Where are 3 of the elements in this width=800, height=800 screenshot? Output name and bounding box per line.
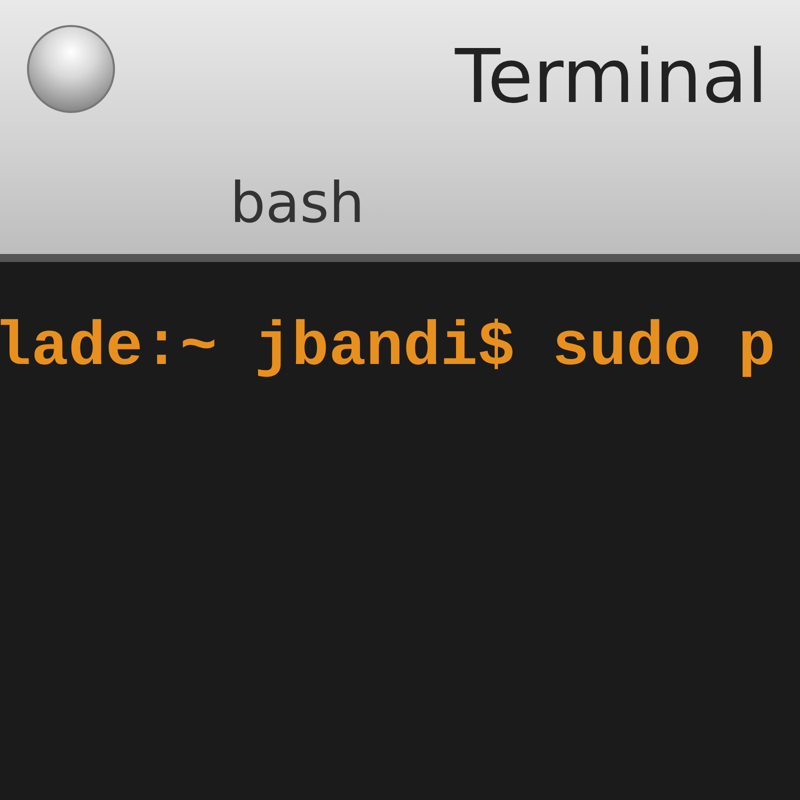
tab-label[interactable]: bash [230,168,365,240]
window-title: Terminal [455,33,768,121]
terminal-line: lade:~ jbandi$ sudo p [0,311,776,385]
